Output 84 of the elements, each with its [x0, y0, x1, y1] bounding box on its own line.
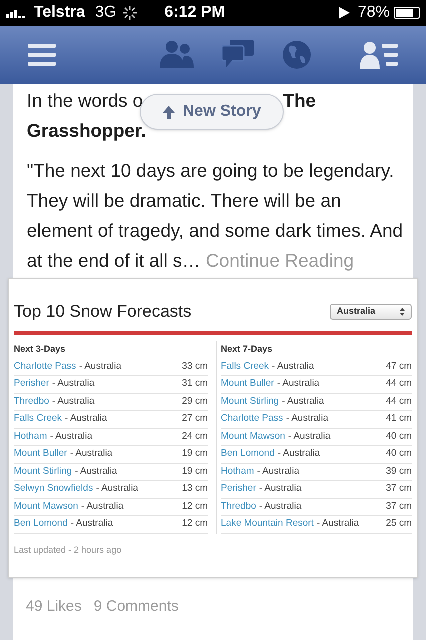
resort-link[interactable]: Hotham	[221, 464, 254, 479]
country-text: - Australia	[277, 377, 320, 392]
resort-link[interactable]: Mount Mawson	[221, 430, 286, 444]
battery-text: 78%	[358, 3, 390, 23]
country-text: - Australia	[52, 394, 95, 409]
up-arrow-icon	[163, 106, 175, 118]
snow-depth-text: 12 cm	[182, 500, 208, 514]
network-text: 3G	[95, 3, 117, 23]
resort-link[interactable]: Ben Lomond	[14, 517, 68, 532]
snow-depth-text: 40 cm	[386, 430, 412, 444]
battery-icon	[394, 7, 420, 19]
resort-link[interactable]: Charlotte Pass	[14, 360, 76, 374]
friends-icon[interactable]	[160, 40, 194, 68]
country-text: - Australia	[70, 447, 113, 462]
post-intro-bold-text: The	[283, 89, 316, 113]
location-icon	[338, 7, 350, 19]
snow-depth-text: 12 cm	[182, 517, 208, 532]
country-text: - Australia	[50, 430, 93, 444]
continue-reading-link[interactable]: Continue Reading	[206, 250, 354, 271]
resort-link[interactable]: Hotham	[14, 430, 48, 444]
country-text: - Australia	[259, 500, 302, 514]
snow-depth-text: 37 cm	[386, 482, 412, 496]
post-body-text: "The next 10 days are going to be legendary. They will be dramatic. There will be an element of tragedy, and some dark times. And at the end of it all s… Continue Reading	[27, 159, 404, 273]
country-text: - Australia	[272, 360, 314, 374]
snow-depth-text: 39 cm	[386, 464, 412, 479]
resort-link[interactable]: Ben Lomond	[221, 447, 275, 462]
country-text: - Australia	[278, 447, 320, 462]
snow-depth-text: 29 cm	[182, 394, 208, 409]
likes-count[interactable]: 49 Likes	[26, 596, 82, 618]
messages-icon[interactable]	[222, 40, 254, 68]
country-text: - Australia	[75, 464, 118, 479]
snow-depth-text: 47 cm	[386, 360, 412, 374]
widget-title: Top 10 Snow Forecasts	[14, 301, 192, 323]
snow-depth-text: 25 cm	[386, 517, 412, 532]
resort-link[interactable]: Lake Mountain Resort	[221, 517, 314, 532]
snow-depth-text: 33 cm	[182, 360, 208, 374]
country-text: - Australia	[79, 360, 122, 374]
column-heading: Next 3-Days	[14, 342, 67, 356]
resort-link[interactable]: Mount Buller	[14, 447, 68, 462]
snow-depth-text: 44 cm	[386, 394, 412, 409]
country-text: - Australia	[257, 464, 300, 479]
snow-depth-text: 19 cm	[182, 447, 208, 462]
resort-link[interactable]: Falls Creek	[221, 360, 270, 374]
column-heading: Next 7-Days	[221, 342, 274, 356]
resort-link[interactable]: Mount Stirling	[14, 464, 72, 479]
snow-depth-text: 37 cm	[386, 500, 412, 514]
menu-icon[interactable]	[28, 44, 56, 66]
resort-link[interactable]: Perisher	[14, 377, 50, 392]
country-text: - Australia	[288, 430, 331, 444]
last-updated-text: Last updated - 2 hours ago	[14, 544, 123, 557]
snow-depth-text: 31 cm	[182, 377, 208, 392]
country-text: - Australia	[316, 517, 360, 532]
carrier-text: Telstra	[34, 3, 86, 23]
country-text: - Australia	[65, 412, 108, 426]
snow-depth-text: 27 cm	[182, 412, 208, 426]
snow-depth-text: 24 cm	[182, 430, 208, 444]
select-arrows-icon	[400, 308, 405, 316]
contacts-icon[interactable]	[360, 41, 398, 69]
country-text: - Australia	[286, 412, 329, 426]
resort-link[interactable]: Thredbo	[221, 500, 256, 514]
resort-link[interactable]: Charlotte Pass	[221, 412, 284, 426]
snow-depth-text: 41 cm	[386, 412, 412, 426]
country-text: - Australia	[259, 482, 302, 496]
snow-depth-text: 13 cm	[182, 482, 208, 496]
spinner-icon	[122, 6, 137, 20]
resort-link[interactable]: Falls Creek	[14, 412, 62, 426]
country-text: - Australia	[70, 517, 114, 532]
comments-count[interactable]: 9 Comments	[94, 596, 179, 618]
country-text: - Australia	[282, 394, 324, 409]
resort-link[interactable]: Mount Stirling	[221, 394, 280, 409]
country-text: - Australia	[52, 377, 95, 392]
resort-link[interactable]: Mount Buller	[221, 377, 274, 392]
resort-link[interactable]: Selwyn Snowfields	[14, 482, 94, 496]
resort-link[interactable]: Mount Mawson	[14, 500, 78, 514]
country-text: - Australia	[96, 482, 138, 496]
region-select[interactable]: Australia	[330, 304, 412, 320]
snow-depth-text: 19 cm	[182, 464, 208, 479]
resort-link[interactable]: Thredbo	[14, 394, 50, 409]
clock-text: 6:12 PM	[164, 3, 226, 23]
globe-icon[interactable]	[282, 40, 312, 70]
snow-depth-text: 44 cm	[386, 377, 412, 392]
resort-link[interactable]: Perisher	[221, 482, 256, 496]
snow-depth-text: 40 cm	[386, 447, 412, 462]
country-text: - Australia	[81, 500, 124, 514]
